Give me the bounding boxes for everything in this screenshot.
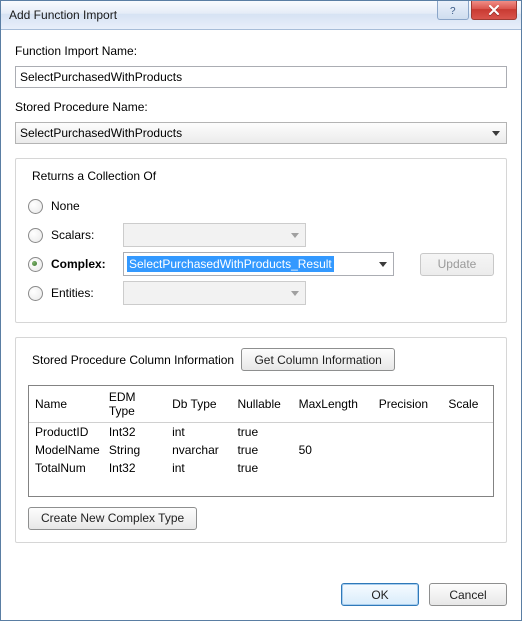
cell-precision: [373, 422, 443, 441]
columns-table: Name EDM Type Db Type Nullable MaxLength…: [29, 386, 493, 477]
table-row[interactable]: TotalNum Int32 int true: [29, 459, 493, 477]
cell-precision: [373, 459, 443, 477]
table-row[interactable]: ProductID Int32 int true: [29, 422, 493, 441]
dialog-window: Add Function Import ? Function Import Na…: [0, 0, 522, 621]
returns-collection-legend: Returns a Collection Of: [28, 169, 160, 183]
cell-maxlength: [293, 459, 373, 477]
cell-db: int: [166, 459, 231, 477]
function-import-name-label: Function Import Name:: [15, 44, 507, 58]
col-header-name[interactable]: Name: [29, 386, 103, 423]
cell-scale: [442, 441, 493, 459]
cell-maxlength: 50: [293, 441, 373, 459]
returns-complex-row: Complex: SelectPurchasedWithProducts_Res…: [28, 252, 494, 276]
col-header-maxlength[interactable]: MaxLength: [293, 386, 373, 423]
returns-entities-row: Entities:: [28, 281, 494, 305]
returns-scalars-row: Scalars:: [28, 223, 494, 247]
close-button[interactable]: [471, 1, 517, 20]
returns-complex-combo[interactable]: SelectPurchasedWithProducts_Result: [123, 252, 394, 276]
returns-complex-combo-value: SelectPurchasedWithProducts_Result: [127, 256, 334, 272]
cell-db: int: [166, 422, 231, 441]
table-row[interactable]: ModelName String nvarchar true 50: [29, 441, 493, 459]
returns-none-row: None: [28, 194, 494, 218]
returns-entities-combo: [123, 281, 306, 305]
get-column-information-button[interactable]: Get Column Information: [241, 348, 394, 371]
svg-text:?: ?: [450, 6, 456, 15]
returns-entities-radio[interactable]: [28, 286, 43, 301]
cell-nullable: true: [231, 422, 292, 441]
cell-scale: [442, 459, 493, 477]
returns-none-radio[interactable]: [28, 199, 43, 214]
stored-procedure-columns-group: Stored Procedure Column Information Get …: [15, 337, 507, 543]
columns-table-wrap: Name EDM Type Db Type Nullable MaxLength…: [28, 385, 494, 497]
function-import-name-value: SelectPurchasedWithProducts: [20, 70, 182, 84]
cell-name: TotalNum: [29, 459, 103, 477]
cancel-button[interactable]: Cancel: [429, 583, 507, 606]
help-button[interactable]: ?: [437, 1, 469, 20]
help-icon: ?: [448, 5, 458, 15]
col-header-edm[interactable]: EDM Type: [103, 386, 166, 423]
columns-header-row: Name EDM Type Db Type Nullable MaxLength…: [29, 386, 493, 423]
cell-db: nvarchar: [166, 441, 231, 459]
dialog-body: Function Import Name: SelectPurchasedWit…: [1, 30, 521, 620]
stored-procedure-name-combo[interactable]: SelectPurchasedWithProducts: [15, 122, 507, 144]
cell-nullable: true: [231, 459, 292, 477]
cell-edm: Int32: [103, 459, 166, 477]
returns-complex-radio[interactable]: [28, 257, 43, 272]
returns-scalars-label[interactable]: Scalars:: [51, 228, 115, 242]
close-icon: [488, 5, 500, 15]
returns-scalars-combo: [123, 223, 306, 247]
stored-procedure-name-value: SelectPurchasedWithProducts: [20, 126, 182, 140]
stored-procedure-name-label: Stored Procedure Name:: [15, 100, 507, 114]
dialog-footer: OK Cancel: [15, 571, 507, 606]
function-import-name-input[interactable]: SelectPurchasedWithProducts: [15, 66, 507, 88]
cell-edm: Int32: [103, 422, 166, 441]
window-buttons: ?: [437, 1, 521, 29]
col-header-scale[interactable]: Scale: [442, 386, 493, 423]
returns-scalars-radio[interactable]: [28, 228, 43, 243]
cell-name: ProductID: [29, 422, 103, 441]
cell-maxlength: [293, 422, 373, 441]
stored-procedure-columns-legend: Stored Procedure Column Information: [28, 353, 238, 367]
cell-name: ModelName: [29, 441, 103, 459]
col-header-precision[interactable]: Precision: [373, 386, 443, 423]
ok-button[interactable]: OK: [341, 583, 419, 606]
returns-complex-label[interactable]: Complex:: [51, 257, 115, 271]
col-header-db[interactable]: Db Type: [166, 386, 231, 423]
col-header-nullable[interactable]: Nullable: [231, 386, 292, 423]
create-new-complex-type-button[interactable]: Create New Complex Type: [28, 507, 197, 530]
returns-none-label[interactable]: None: [51, 199, 115, 213]
window-title: Add Function Import: [9, 8, 437, 22]
returns-collection-group: Returns a Collection Of None Scalars: Co…: [15, 158, 507, 323]
cell-scale: [442, 422, 493, 441]
cell-edm: String: [103, 441, 166, 459]
returns-entities-label[interactable]: Entities:: [51, 286, 115, 300]
cell-nullable: true: [231, 441, 292, 459]
update-button: Update: [420, 253, 494, 276]
titlebar[interactable]: Add Function Import ?: [1, 1, 521, 30]
cell-precision: [373, 441, 443, 459]
